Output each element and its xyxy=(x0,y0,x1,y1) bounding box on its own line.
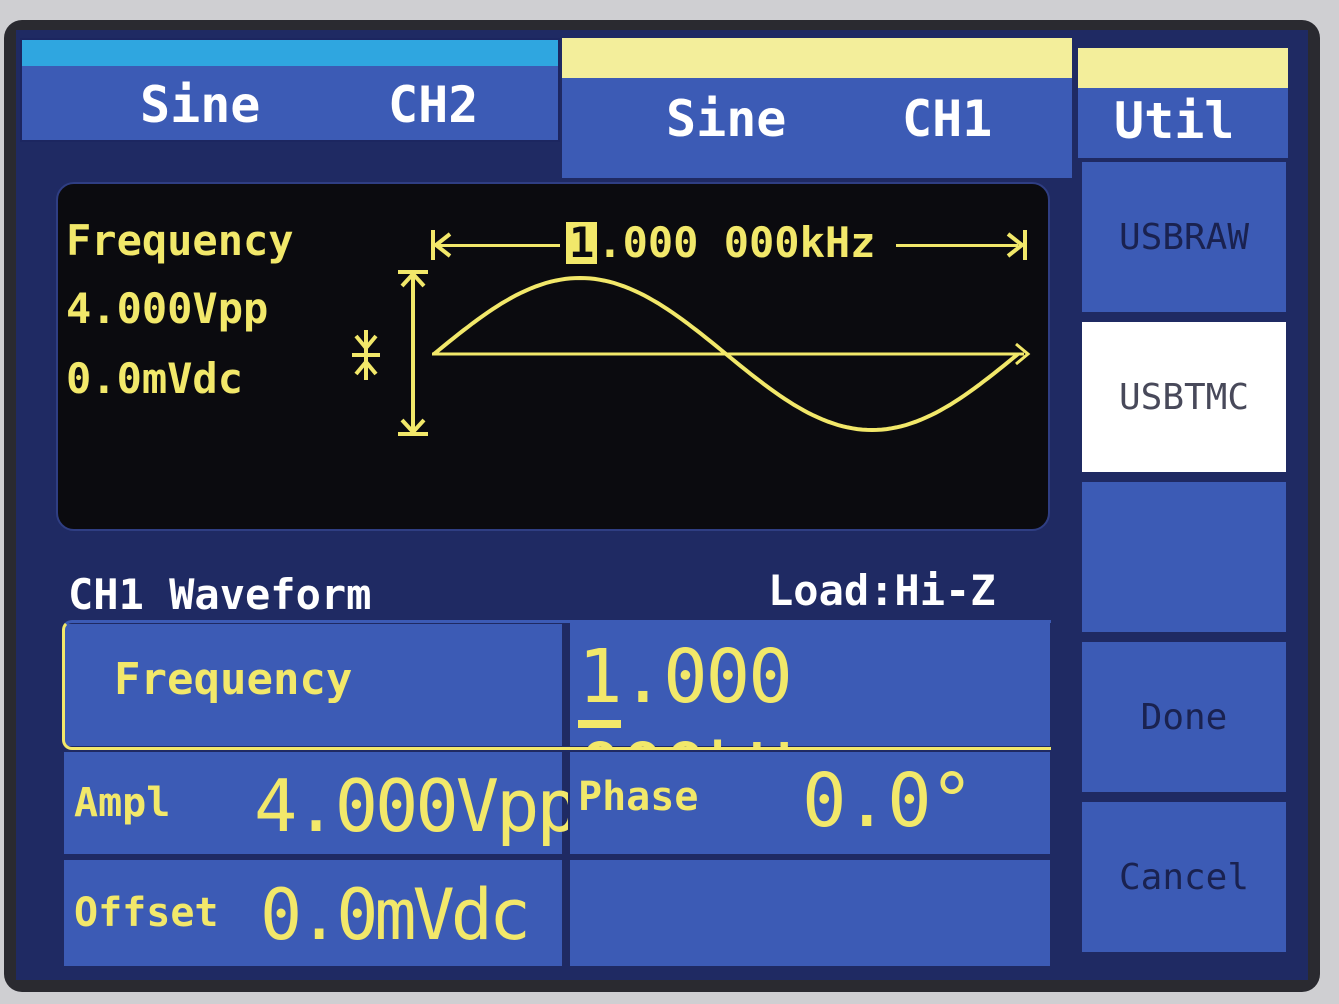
tab-ch2-waveform: Sine xyxy=(140,76,261,134)
waveform-title: CH1 Waveform xyxy=(68,570,372,619)
softkey-done[interactable]: Done xyxy=(1080,640,1288,794)
period-arrow-left-line xyxy=(438,244,560,247)
offset-value: 0.0mVdc xyxy=(260,874,531,956)
softkey-usbraw[interactable]: USBRAW xyxy=(1080,160,1288,314)
ampl-param-key[interactable]: Ampl 4.000Vpp xyxy=(62,750,580,856)
phase-param-key[interactable]: Phase 0.0° xyxy=(568,750,1052,856)
tab-ch1[interactable]: Sine CH1 xyxy=(562,38,1072,178)
tab-ch2[interactable]: Sine CH2 xyxy=(20,38,560,142)
softkey-usbtmc[interactable]: USBTMC xyxy=(1080,320,1288,474)
softkey-cancel[interactable]: Cancel xyxy=(1080,800,1288,954)
frequency-selection-outline xyxy=(62,620,1051,750)
display-offset: 0.0mVdc xyxy=(66,354,244,403)
softkey-usbtmc-label: USBTMC xyxy=(1118,376,1250,418)
ampl-value: 4.000Vpp xyxy=(254,764,580,848)
phase-label: Phase xyxy=(578,774,699,820)
offset-arrow-icon xyxy=(352,330,380,380)
tab-ch1-channel: CH1 xyxy=(902,90,993,148)
display-frequency-rest: .000 000kHz xyxy=(597,218,876,267)
softkey-blank[interactable] xyxy=(1080,480,1288,634)
display-frequency: 1.000 000kHz xyxy=(566,222,875,264)
phase-value: 0.0° xyxy=(802,758,974,844)
load-indicator: Load:Hi-Z xyxy=(768,566,996,615)
tab-ch1-strip xyxy=(562,38,1072,78)
display-frequency-cursor-digit: 1 xyxy=(566,222,598,264)
period-arrow-right-icon xyxy=(1006,230,1027,260)
waveform-display: Frequency 4.000Vpp 0.0mVdc 1.000 000kHz xyxy=(56,182,1050,531)
softkey-menu-title: Util xyxy=(1076,46,1290,160)
period-arrow-left-icon xyxy=(431,230,452,260)
tab-ch1-waveform: Sine xyxy=(666,90,787,148)
softkey-usbraw-label: USBRAW xyxy=(1118,216,1250,258)
tab-ch2-channel: CH2 xyxy=(388,76,479,134)
tab-ch2-strip xyxy=(22,40,558,66)
period-arrow-right-line xyxy=(896,244,1018,247)
offset-param-key[interactable]: Offset 0.0mVdc xyxy=(62,858,564,968)
ampl-label: Ampl xyxy=(74,780,171,826)
softkey-title-label: Util xyxy=(1114,92,1235,150)
softkey-title-strip xyxy=(1078,48,1288,88)
lcd-screen: Sine CH2 Sine CH1 Util Frequency 4.000Vp… xyxy=(16,30,1308,980)
sine-wave-plot xyxy=(432,275,1031,433)
offset-label: Offset xyxy=(74,890,219,936)
softkey-cancel-label: Cancel xyxy=(1118,856,1250,898)
display-amplitude: 4.000Vpp xyxy=(66,284,269,333)
softkey-done-label: Done xyxy=(1140,696,1228,738)
display-param-label: Frequency xyxy=(66,216,294,265)
empty-param-key xyxy=(568,858,1052,968)
